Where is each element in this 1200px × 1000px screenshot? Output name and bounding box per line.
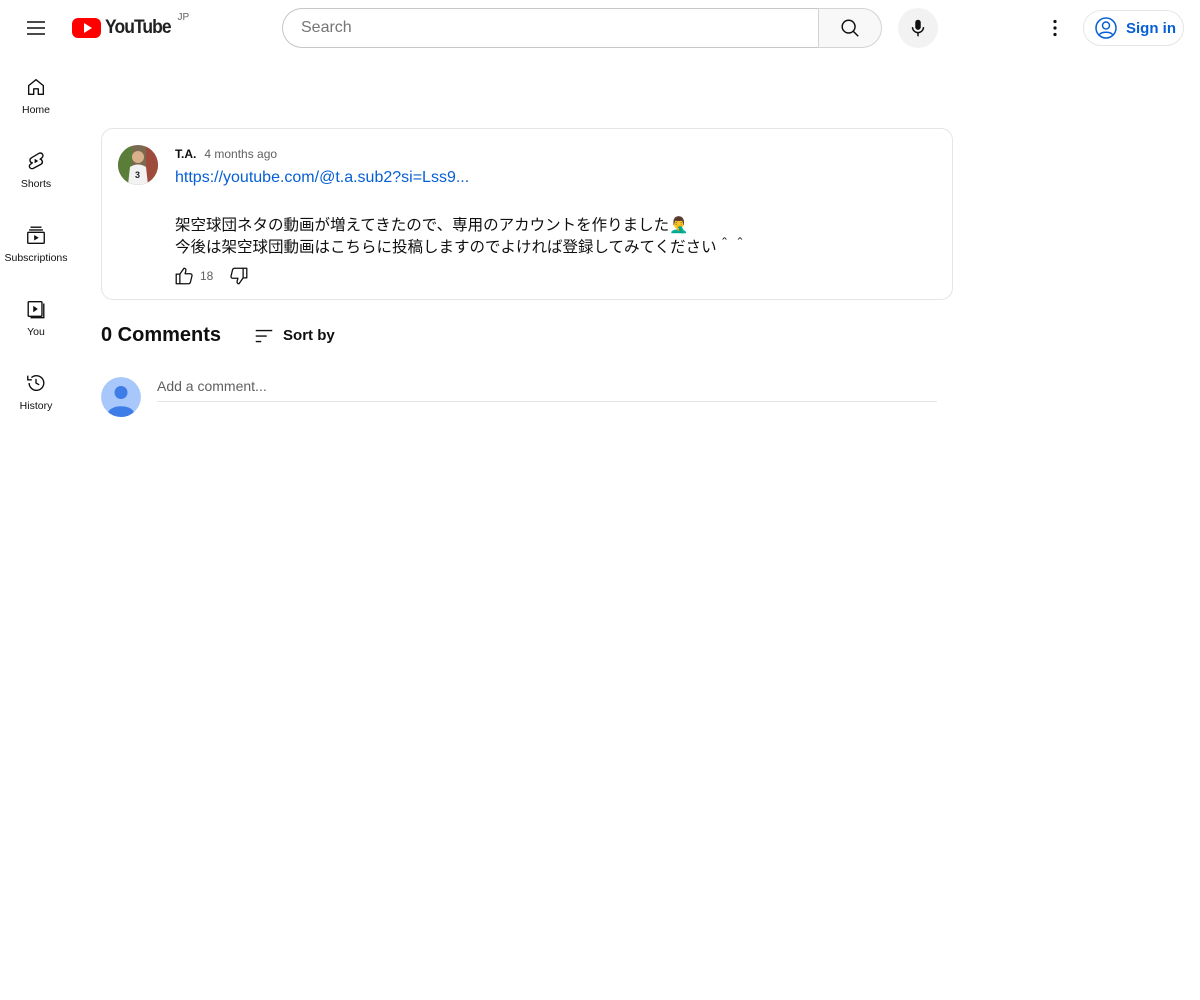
sign-in-button[interactable]: Sign in bbox=[1083, 10, 1184, 46]
post-link[interactable]: https://youtube.com/@t.a.sub2?si=Lss9... bbox=[175, 169, 469, 187]
post-timestamp[interactable]: 4 months ago bbox=[204, 147, 277, 161]
search-box bbox=[282, 8, 819, 48]
sign-in-label: Sign in bbox=[1126, 19, 1176, 37]
default-avatar-icon bbox=[101, 377, 141, 417]
author-name[interactable]: T.A. bbox=[175, 147, 196, 161]
sort-by-label: Sort by bbox=[283, 327, 335, 344]
microphone-icon bbox=[911, 19, 925, 37]
search-icon bbox=[841, 19, 859, 37]
post-text-line: 架空球団ネタの動画が増えてきたので、専用のアカウントを作りました🤦‍♂️ bbox=[175, 217, 689, 234]
user-avatar bbox=[101, 377, 141, 417]
region-code: JP bbox=[177, 12, 190, 23]
shorts-icon bbox=[28, 152, 44, 170]
more-vertical-icon bbox=[1053, 19, 1057, 37]
comment-input-container bbox=[157, 377, 937, 402]
sidebar-label-you: You bbox=[27, 326, 45, 338]
sidebar-label-history: History bbox=[19, 400, 53, 412]
thumbs-up-icon bbox=[175, 267, 193, 285]
like-button[interactable] bbox=[172, 264, 196, 288]
post-text-line: 今後は架空球団動画はこちらに投稿しますのでよければ登録してみてください＾＾ bbox=[175, 239, 748, 256]
add-comment-input[interactable] bbox=[157, 377, 937, 394]
sidebar-label-home: Home bbox=[21, 104, 50, 116]
voice-search-button[interactable] bbox=[898, 8, 938, 48]
sidebar-label-shorts: Shorts bbox=[20, 178, 52, 190]
community-post: 3 T.A. 4 months ago https://youtube.com/… bbox=[101, 128, 953, 300]
comments-count: 0 Comments bbox=[101, 324, 222, 346]
youtube-logo[interactable]: YouTube JP bbox=[72, 12, 190, 42]
post-actions: 18 bbox=[172, 264, 251, 288]
author-avatar[interactable]: 3 bbox=[118, 145, 158, 185]
thumbs-down-icon bbox=[230, 267, 248, 285]
sort-icon bbox=[255, 329, 273, 342]
sidebar-item-shorts[interactable]: Shorts bbox=[4, 130, 68, 204]
sidebar-item-home[interactable]: Home bbox=[4, 56, 68, 130]
guide-menu-button[interactable] bbox=[16, 8, 56, 48]
settings-more-button[interactable] bbox=[1035, 8, 1075, 48]
home-icon bbox=[27, 78, 45, 96]
sidebar-item-subscriptions[interactable]: Subscriptions bbox=[4, 204, 68, 278]
account-circle-icon bbox=[1095, 17, 1117, 39]
youtube-play-icon bbox=[72, 18, 101, 38]
dislike-button[interactable] bbox=[227, 264, 251, 288]
sidebar-item-history[interactable]: History bbox=[4, 352, 68, 426]
search-input[interactable] bbox=[299, 18, 819, 38]
masthead: YouTube JP Sign in bbox=[0, 0, 1200, 56]
logo-text: YouTube bbox=[105, 17, 172, 38]
search-button[interactable] bbox=[818, 8, 882, 48]
sort-by-button[interactable]: Sort by bbox=[253, 325, 335, 347]
svg-text:3: 3 bbox=[135, 170, 140, 180]
like-count: 18 bbox=[200, 269, 214, 283]
sidebar-item-you[interactable]: You bbox=[4, 278, 68, 352]
comments-header: 0 Comments Sort by bbox=[101, 324, 335, 347]
sidebar-label-subscriptions: Subscriptions bbox=[4, 252, 68, 264]
hamburger-icon bbox=[27, 21, 45, 35]
author-avatar-image: 3 bbox=[118, 145, 158, 185]
you-icon bbox=[27, 300, 45, 319]
post-header: T.A. 4 months ago bbox=[175, 147, 277, 161]
subscriptions-icon bbox=[27, 226, 45, 244]
history-icon bbox=[27, 375, 45, 392]
